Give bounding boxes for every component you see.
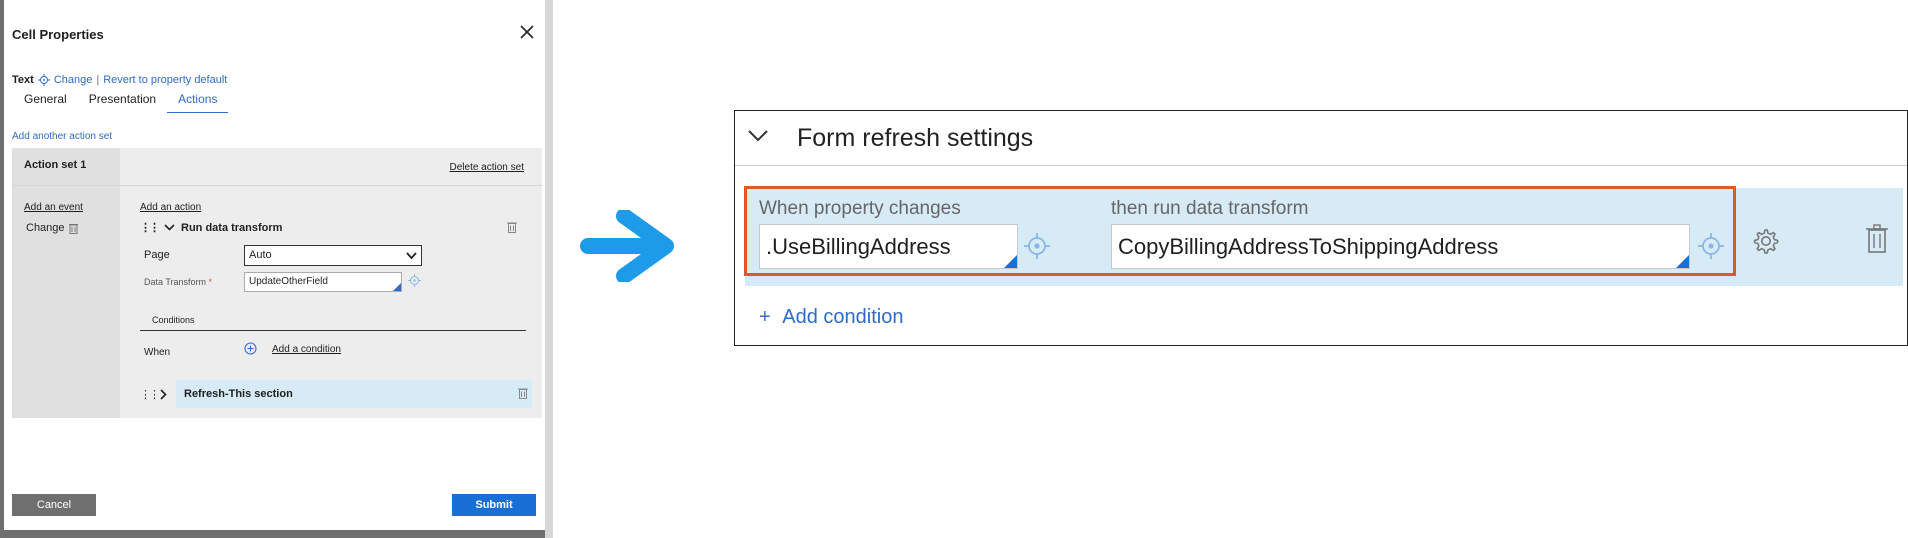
trash-icon[interactable] [507, 221, 517, 233]
grip-icon[interactable]: ⋮⋮ [140, 388, 160, 401]
refresh-action-label: Refresh-This section [184, 388, 293, 400]
chevron-down-icon [406, 252, 417, 260]
property-type-label: Text [12, 74, 34, 86]
tab-bar: General Presentation Actions [24, 92, 250, 113]
chevron-down-icon[interactable] [747, 129, 769, 143]
tab-general[interactable]: General [24, 92, 67, 113]
chevron-down-icon[interactable] [164, 224, 175, 231]
add-action-link[interactable]: Add an action [140, 202, 201, 213]
delete-action-set-link[interactable]: Delete action set [450, 162, 525, 173]
add-event-link[interactable]: Add an event [24, 202, 83, 213]
crosshair-icon[interactable] [408, 274, 421, 287]
divider [140, 330, 526, 331]
refresh-action-row[interactable]: ⋮⋮ Refresh-This section [136, 380, 532, 408]
modal-edge [545, 0, 553, 538]
plus-circle-icon[interactable] [244, 342, 257, 355]
dialog-title: Cell Properties [12, 27, 104, 42]
revert-link[interactable]: Revert to property default [103, 74, 227, 86]
separator: | [96, 74, 100, 86]
when-label: When [144, 347, 171, 358]
grip-icon[interactable]: ⋮⋮ [140, 221, 160, 234]
chevron-right-icon[interactable] [160, 389, 167, 400]
action-set-title: Action set 1 [24, 159, 87, 171]
divider [735, 165, 1907, 166]
required-marker: * [208, 277, 213, 287]
data-transform-value: UpdateOtherField [249, 276, 328, 287]
action-set-header: Action set 1 Delete action set [12, 148, 542, 186]
trash-icon[interactable] [68, 223, 78, 234]
plus-icon: + [759, 306, 771, 328]
arrow-right-icon [580, 210, 674, 282]
crosshair-icon[interactable] [37, 74, 50, 86]
conditions-heading: Conditions [152, 315, 195, 325]
cell-properties-dialog: Cell Properties Text Change | Revert to … [4, 0, 545, 530]
cancel-button[interactable]: Cancel [12, 494, 96, 516]
data-transform-label: Data Transform * [144, 277, 212, 287]
action-name: Run data transform [181, 221, 283, 234]
change-link[interactable]: Change [54, 74, 93, 86]
data-transform-input[interactable]: UpdateOtherField [244, 272, 402, 292]
action-set-panel: Action set 1 Delete action set Add an ev… [12, 148, 542, 418]
add-condition-link[interactable]: Add a condition [272, 344, 341, 355]
event-item[interactable]: Change [26, 222, 78, 234]
events-column [12, 148, 120, 418]
highlight-box [744, 186, 1736, 276]
tab-presentation[interactable]: Presentation [89, 92, 156, 113]
page-select[interactable]: Auto [244, 245, 422, 266]
event-label: Change [26, 222, 65, 234]
trash-icon[interactable] [518, 387, 528, 399]
add-condition-link[interactable]: + Add condition [759, 306, 903, 329]
gear-icon[interactable] [1749, 226, 1781, 258]
add-condition-label: Add condition [782, 306, 904, 328]
refresh-row-handle-area: ⋮⋮ [136, 380, 176, 408]
action-header: ⋮⋮ Run data transform [140, 221, 283, 235]
autocomplete-corner [393, 283, 401, 291]
page-select-value: Auto [249, 249, 272, 261]
panel-title: Form refresh settings [797, 124, 1034, 152]
page-label: Page [144, 249, 170, 261]
tab-actions[interactable]: Actions [167, 92, 229, 113]
data-transform-label-text: Data Transform [144, 277, 207, 287]
submit-button[interactable]: Submit [452, 494, 536, 516]
trash-icon[interactable] [1865, 224, 1889, 254]
close-icon[interactable] [518, 23, 536, 41]
property-row: Text Change | Revert to property default [12, 74, 227, 86]
add-action-set-link[interactable]: Add another action set [12, 131, 112, 142]
